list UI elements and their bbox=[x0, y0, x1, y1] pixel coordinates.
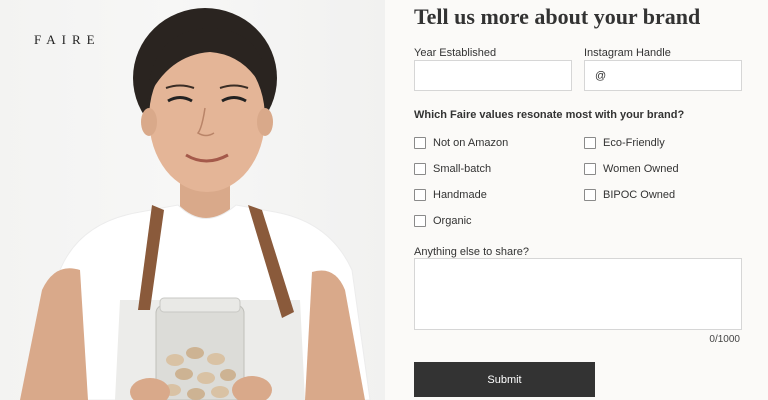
checkbox-box[interactable] bbox=[584, 136, 596, 149]
values-question: Which Faire values resonate most with yo… bbox=[414, 109, 685, 121]
checkbox-women-owned[interactable]: Women Owned bbox=[584, 162, 679, 175]
anything-else-textarea[interactable] bbox=[414, 258, 742, 330]
checkbox-box[interactable] bbox=[584, 188, 596, 201]
checkbox-label: Eco-Friendly bbox=[603, 136, 665, 149]
checkbox-bipoc-owned[interactable]: BIPOC Owned bbox=[584, 188, 675, 201]
checkbox-label: Not on Amazon bbox=[433, 136, 509, 149]
submit-button[interactable]: Submit bbox=[414, 362, 595, 397]
checkbox-box[interactable] bbox=[414, 136, 426, 149]
checkbox-label: Organic bbox=[433, 214, 472, 227]
checkbox-label: BIPOC Owned bbox=[603, 188, 676, 201]
checkbox-box[interactable] bbox=[414, 214, 426, 227]
checkbox-handmade[interactable]: Handmade bbox=[414, 188, 487, 201]
checkbox-label: Small-batch bbox=[433, 162, 492, 175]
checkbox-box[interactable] bbox=[414, 162, 426, 175]
checkbox-box[interactable] bbox=[584, 162, 596, 175]
checkbox-label: Handmade bbox=[433, 188, 487, 201]
instagram-handle-input[interactable] bbox=[584, 60, 742, 91]
hero-photo: FAIRE bbox=[0, 0, 385, 400]
checkbox-label: Women Owned bbox=[603, 162, 679, 175]
checkbox-box[interactable] bbox=[414, 188, 426, 201]
checkbox-organic[interactable]: Organic bbox=[414, 214, 472, 227]
instagram-handle-label: Instagram Handle bbox=[584, 47, 671, 59]
brand-form: Tell us more about your brand Year Estab… bbox=[385, 0, 768, 400]
year-established-input[interactable] bbox=[414, 60, 572, 91]
faire-logo[interactable]: FAIRE bbox=[34, 32, 101, 48]
checkbox-eco-friendly[interactable]: Eco-Friendly bbox=[584, 136, 665, 149]
anything-else-label: Anything else to share? bbox=[414, 246, 529, 258]
woman-illustration bbox=[20, 8, 371, 400]
checkbox-small-batch[interactable]: Small-batch bbox=[414, 162, 491, 175]
checkbox-not-on-amazon[interactable]: Not on Amazon bbox=[414, 136, 508, 149]
page-title: Tell us more about your brand bbox=[414, 4, 701, 29]
year-established-label: Year Established bbox=[414, 47, 497, 59]
character-counter: 0/1000 bbox=[709, 334, 740, 345]
